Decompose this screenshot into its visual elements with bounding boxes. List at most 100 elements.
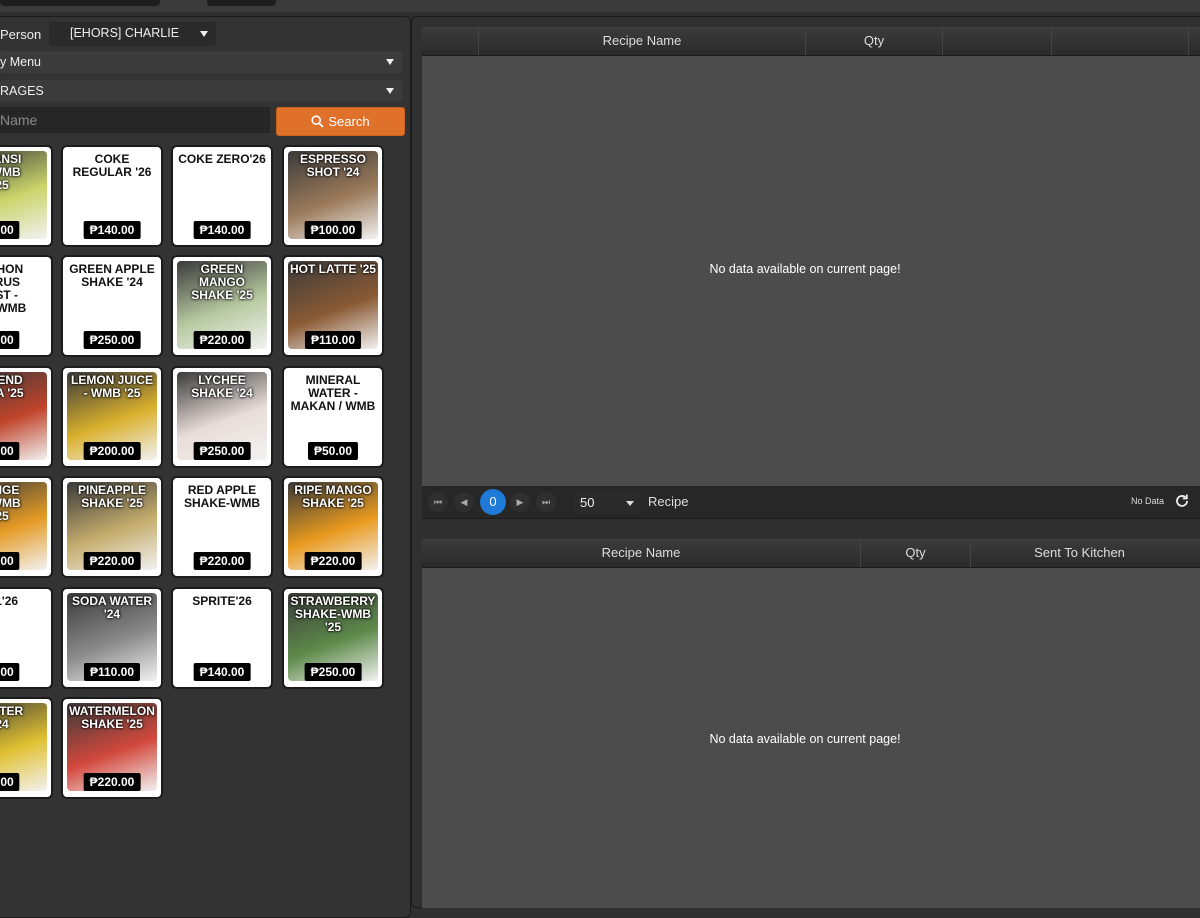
- menu-item-price: ₱220.00: [193, 331, 251, 349]
- menu-item-price: ₱140.00: [83, 221, 141, 239]
- person-value: [EHORS] CHARLIE: [70, 26, 180, 40]
- menu-item-name: ESPRESSO SHOT '24: [299, 152, 367, 179]
- kitchen-grid-header: Recipe Name Qty Sent To Kitchen: [422, 539, 1200, 568]
- menu-item-tile[interactable]: ANGE - WMB 25 0.00: [0, 476, 53, 578]
- menu-item-price: ₱50.00: [307, 442, 359, 460]
- kitchen-grid: Recipe Name Qty Sent To Kitchen No data …: [422, 539, 1200, 908]
- column-header-recipe-name[interactable]: Recipe Name: [422, 539, 860, 567]
- menu-item-tile[interactable]: SODA WATER '24 ₱110.00: [61, 587, 163, 689]
- prev-page-icon[interactable]: ◀: [454, 492, 474, 512]
- pager-info: No Data: [1130, 496, 1164, 506]
- top-tab[interactable]: [207, 0, 276, 6]
- menu-item-name: RED APPLE SHAKE-WMB: [184, 483, 260, 510]
- column-header-qty[interactable]: Qty: [805, 27, 942, 55]
- category-dropdown[interactable]: RAGES: [0, 80, 402, 102]
- menu-dropdown[interactable]: y Menu: [0, 51, 402, 73]
- menu-item-name: PINEAPPLE SHAKE '25: [77, 483, 146, 510]
- menu-item-price: 0.00: [0, 552, 20, 570]
- menu-item-price: ₱110.00: [304, 331, 362, 349]
- menu-item-name: WATERMELON SHAKE '25: [69, 704, 155, 731]
- menu-item-tile[interactable]: AL'26 0.00: [0, 587, 53, 689]
- column-header[interactable]: [942, 27, 1051, 55]
- menu-item-tile[interactable]: R+HON ITRUS OST - N / WMB 0.00: [0, 255, 53, 357]
- top-toolbar-strip: [0, 0, 1200, 12]
- chevron-down-icon: [200, 31, 208, 37]
- kitchen-grid-body: No data available on current page!: [422, 568, 1200, 908]
- first-page-icon[interactable]: ⏮: [428, 492, 448, 512]
- recipe-grid-pager: ⏮ ◀ 0 ▶ ⏭ 50 Recipe No Data: [422, 486, 1200, 519]
- menu-item-name: R+HON ITRUS OST - N / WMB: [0, 262, 27, 315]
- menu-item-tile[interactable]: LYCHEE SHAKE '24 ₱250.00: [171, 366, 273, 468]
- menu-item-tile[interactable]: RIPE MANGO SHAKE '25 ₱220.00: [282, 476, 384, 578]
- page-size-dropdown[interactable]: 50: [574, 491, 640, 513]
- menu-item-price: ₱220.00: [193, 552, 251, 570]
- column-header-sent-to-kitchen[interactable]: Sent To Kitchen: [970, 539, 1188, 567]
- menu-item-price: ₱220.00: [304, 552, 362, 570]
- menu-item-tile[interactable]: RED APPLE SHAKE-WMB ₱220.00: [171, 476, 273, 578]
- search-icon: [311, 115, 325, 128]
- menu-item-tile[interactable]: MINERAL WATER - MAKAN / WMB ₱50.00: [282, 366, 384, 468]
- category-value: RAGES: [0, 84, 44, 98]
- refresh-icon[interactable]: [1174, 493, 1190, 509]
- search-button-label: Search: [328, 114, 370, 129]
- menu-item-tile[interactable]: HOT LATTE '25 ₱110.00: [282, 255, 384, 357]
- search-input[interactable]: [0, 107, 270, 133]
- menu-item-price: 0.00: [0, 663, 20, 681]
- menu-item-tile[interactable]: WATERMELON SHAKE '25 ₱220.00: [61, 697, 163, 799]
- last-page-icon[interactable]: ⏭: [536, 492, 556, 512]
- menu-item-name: HOT LATTE '25: [290, 262, 376, 276]
- menu-value: y Menu: [0, 55, 41, 69]
- menu-item-price: 0.00: [0, 221, 20, 239]
- menu-item-name: MINERAL WATER - MAKAN / WMB: [290, 373, 376, 413]
- menu-item-name: SPRITE'26: [192, 594, 252, 608]
- column-header-recipe-name[interactable]: Recipe Name: [478, 27, 805, 55]
- menu-item-name: AL'26: [0, 594, 19, 608]
- column-header[interactable]: [422, 27, 478, 55]
- empty-message: No data available on current page!: [709, 262, 901, 276]
- search-button[interactable]: Search: [276, 107, 405, 136]
- menu-item-price: 0.00: [0, 442, 20, 460]
- menu-item-tile[interactable]: MANSI - WMB 25 0.00: [0, 145, 53, 247]
- menu-item-tile[interactable]: GREEN MANGO SHAKE '25 ₱220.00: [171, 255, 273, 357]
- menu-item-tile[interactable]: COKE REGULAR '26 ₱140.00: [61, 145, 163, 247]
- recipe-grid-body: No data available on current page!: [422, 56, 1200, 486]
- current-page-button[interactable]: 0: [480, 489, 506, 515]
- menu-item-name: COKE REGULAR '26: [72, 152, 152, 179]
- menu-item-tile[interactable]: COKE ZERO'26 ₱140.00: [171, 145, 273, 247]
- menu-item-tile[interactable]: GREEN APPLE SHAKE '24 ₱250.00: [61, 255, 163, 357]
- menu-item-price: ₱250.00: [304, 663, 362, 681]
- menu-item-name: SODA WATER '24: [72, 594, 152, 621]
- menu-item-tile[interactable]: PINEAPPLE SHAKE '25 ₱220.00: [61, 476, 163, 578]
- column-header: [1188, 27, 1200, 55]
- menu-item-price: 0.00: [0, 331, 20, 349]
- recipe-grid: Recipe Name Qty No data available on cur…: [422, 27, 1200, 519]
- menu-item-price: ₱140.00: [193, 663, 251, 681]
- menu-item-price: ₱140.00: [193, 221, 251, 239]
- menu-item-name: GREEN APPLE SHAKE '24: [69, 262, 155, 289]
- top-tab[interactable]: [0, 0, 160, 6]
- menu-item-price: ₱250.00: [83, 331, 141, 349]
- column-header[interactable]: [1051, 27, 1188, 55]
- person-dropdown[interactable]: [EHORS] CHARLIE: [49, 22, 216, 46]
- menu-item-price: ₱220.00: [83, 552, 141, 570]
- menu-item-name: COKE ZERO'26: [178, 152, 266, 166]
- menu-item-tile[interactable]: STRAWBERRY SHAKE-WMB '25 ₱250.00: [282, 587, 384, 689]
- menu-item-tile[interactable]: LEMON JUICE - WMB '25 ₱200.00: [61, 366, 163, 468]
- pager-label: Recipe: [648, 494, 689, 509]
- menu-item-name: LEMON JUICE - WMB '25: [70, 373, 153, 400]
- menu-item-tile[interactable]: SPRITE'26 ₱140.00: [171, 587, 273, 689]
- page-size-value: 50: [580, 495, 595, 510]
- menu-item-name: WATER 24: [0, 704, 24, 731]
- menu-item-price: ₱100.00: [304, 221, 362, 239]
- column-header-qty[interactable]: Qty: [860, 539, 970, 567]
- menu-item-tile[interactable]: WATER 24 0.00: [0, 697, 53, 799]
- menu-item-price: 0.00: [0, 773, 20, 791]
- menu-item-price: ₱110.00: [83, 663, 141, 681]
- chevron-down-icon: [386, 88, 394, 94]
- menu-item-tile[interactable]: BLEND TEA '25 0.00: [0, 366, 53, 468]
- menu-item-price: ₱250.00: [193, 442, 251, 460]
- menu-item-tile[interactable]: ESPRESSO SHOT '24 ₱100.00: [282, 145, 384, 247]
- menu-item-price: ₱220.00: [83, 773, 141, 791]
- next-page-icon[interactable]: ▶: [510, 492, 530, 512]
- recipe-grid-header: Recipe Name Qty: [422, 27, 1200, 56]
